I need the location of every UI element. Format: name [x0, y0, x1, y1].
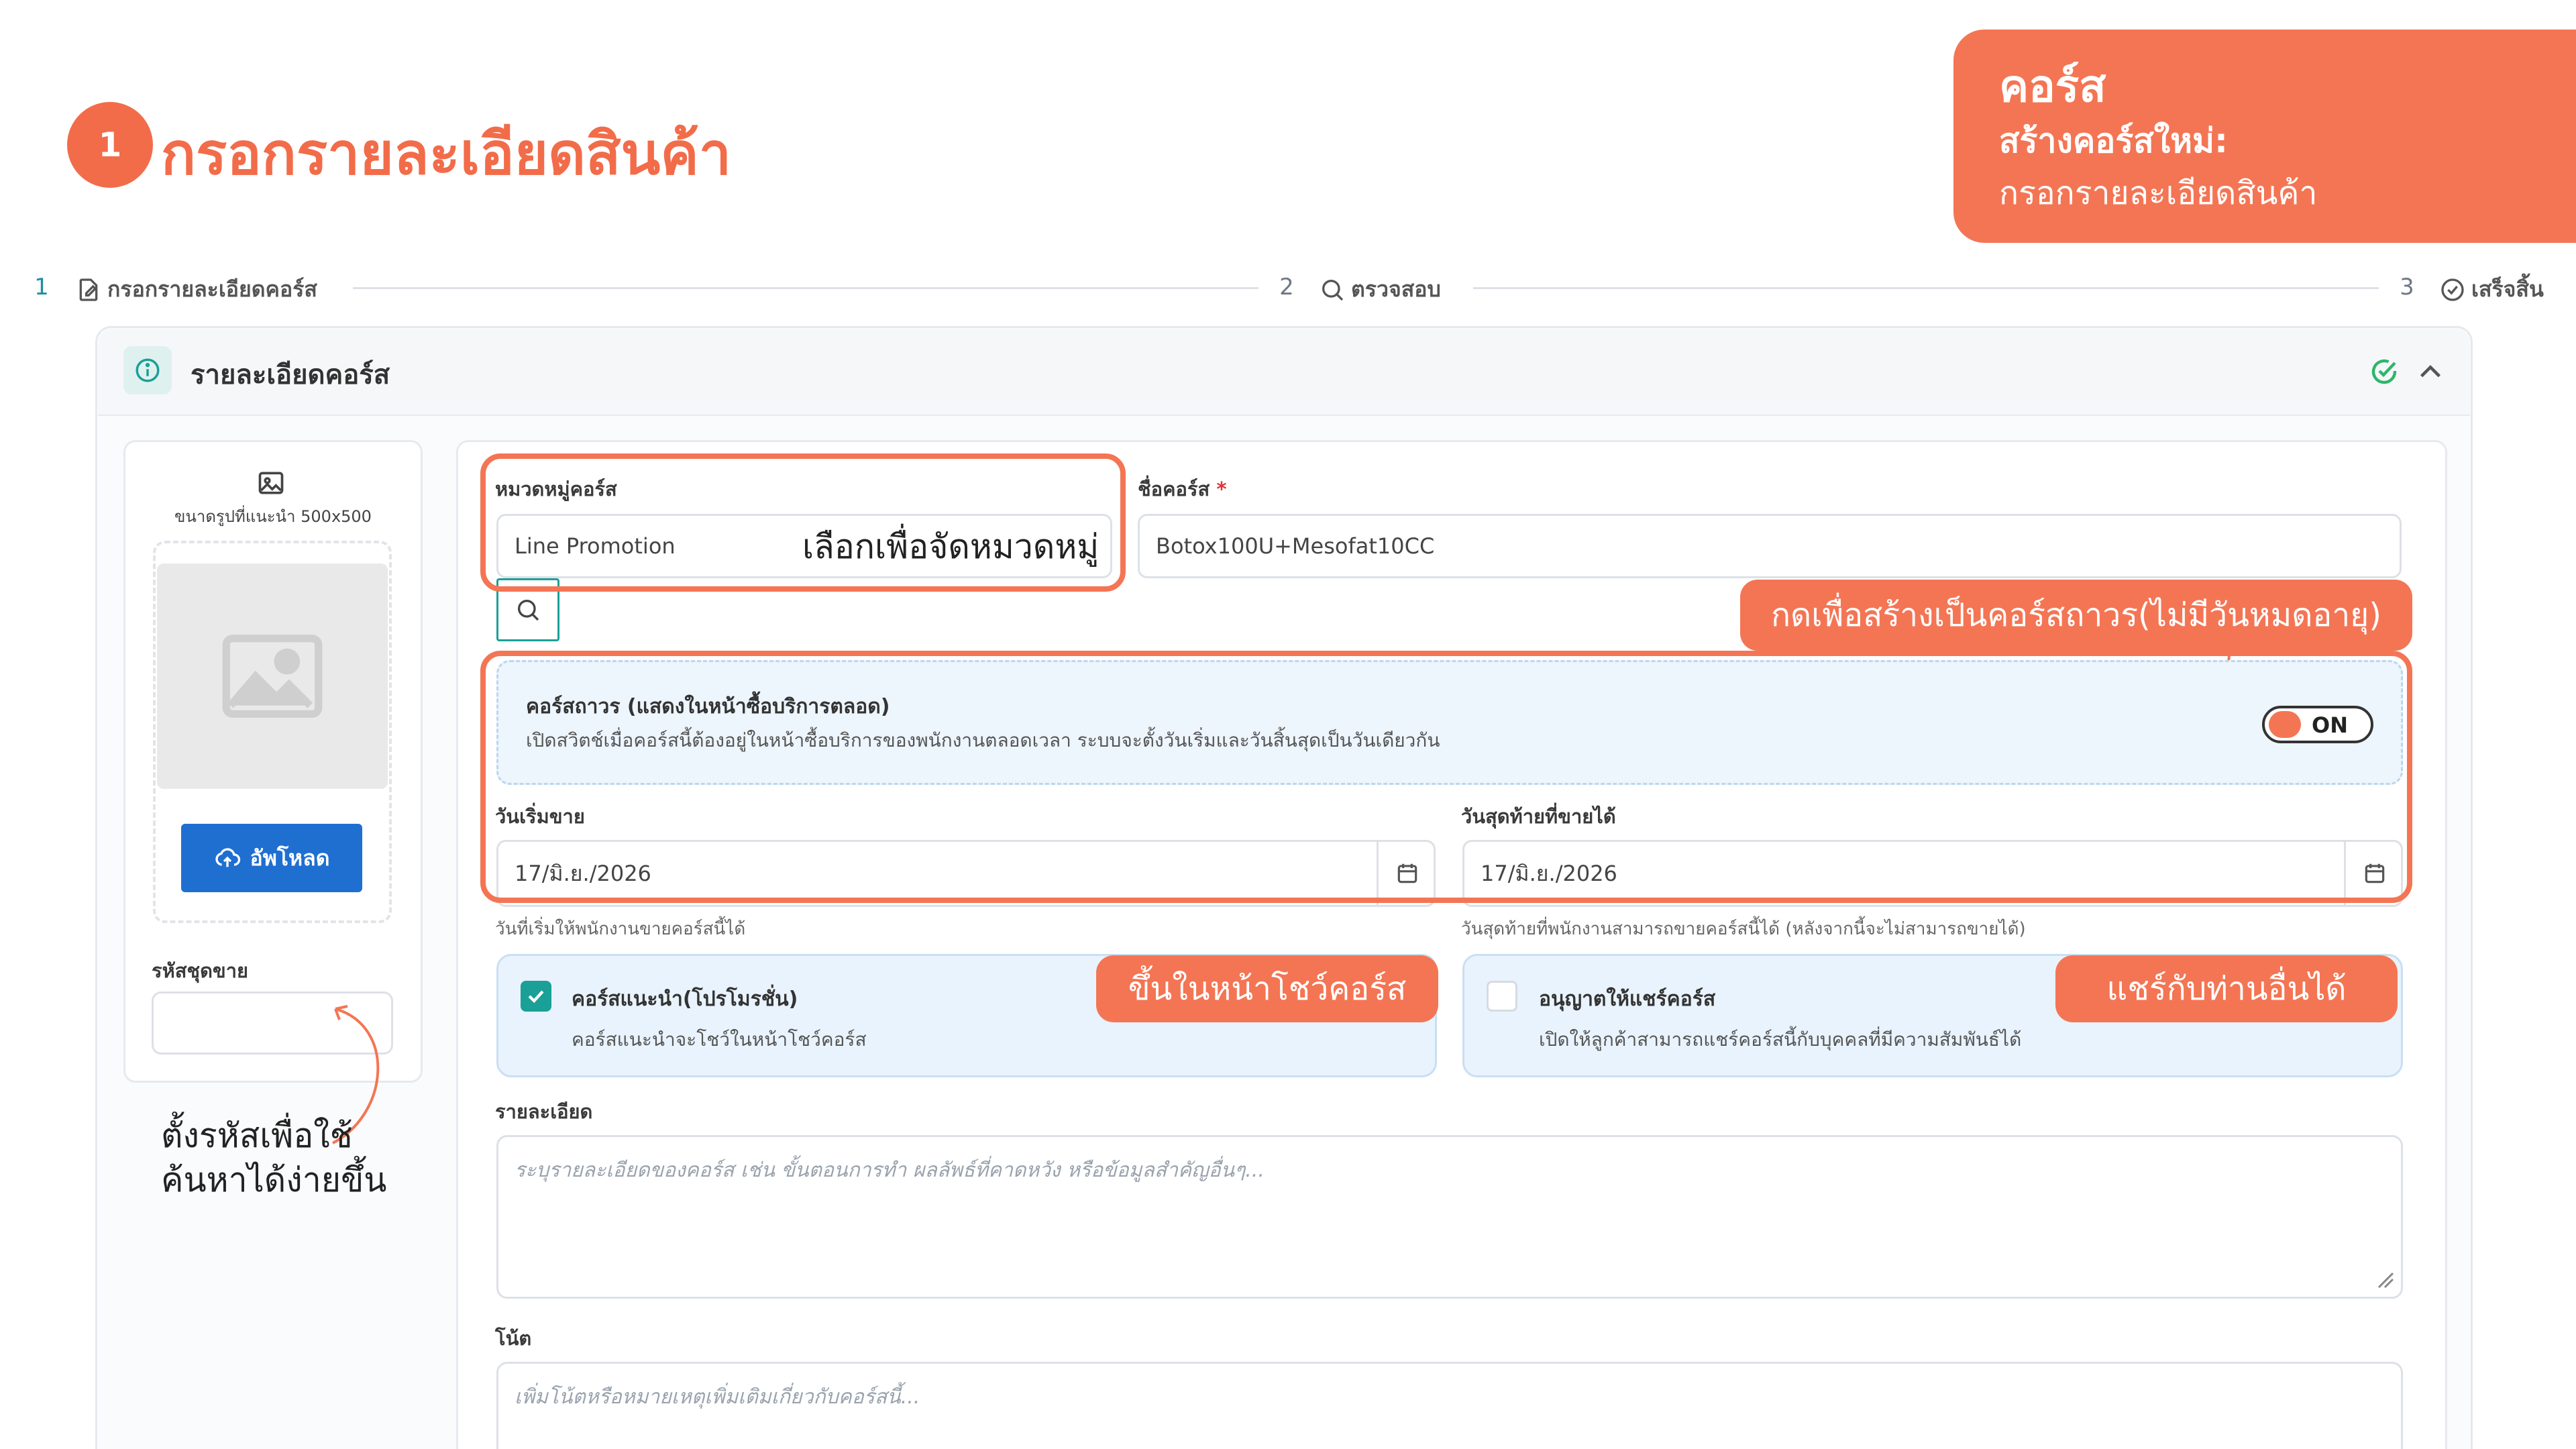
detail-label: รายละเอียด	[495, 1100, 593, 1123]
stepper-label-3: เสร็จสิ้น	[2471, 276, 2544, 302]
note-label: โน้ต	[495, 1327, 532, 1350]
panel-title: รายละเอียดคอร์ส	[191, 360, 390, 390]
start-date-hint: วันที่เริ่มให้พนักงานขายคอร์สนี้ได้	[495, 919, 746, 939]
collapse-chevron-icon[interactable]	[2415, 357, 2446, 388]
upload-button-label: อัพโหลด	[250, 845, 330, 871]
info-badge	[123, 346, 172, 394]
detail-textarea[interactable]: ระบุรายละเอียดของคอร์ส เช่น ขั้นตอนการทำ…	[496, 1135, 2403, 1299]
info-icon	[136, 358, 160, 382]
recommend-course-desc: คอร์สแนะนำจะโชว์ในหน้าโชว์คอร์ส	[572, 1028, 867, 1051]
cloud-upload-icon	[215, 848, 240, 867]
course-name-label: ชื่อคอร์ส *	[1138, 474, 1226, 504]
code-annotation-line1: ตั้งรหัสเพื่อใช้	[161, 1116, 353, 1155]
required-mark: *	[1216, 478, 1227, 500]
completed-check-icon	[2371, 359, 2397, 384]
permanent-callout: กดเพื่อสร้างเป็นคอร์สถาวร(ไม่มีวันหมดอาย…	[1740, 580, 2412, 651]
page-title: กรอกรายละเอียดสินค้า	[161, 121, 732, 188]
share-course-desc: เปิดให้ลูกค้าสามารถแชร์คอร์สนี้กับบุคคลท…	[1539, 1028, 2022, 1051]
section-card: คอร์ส สร้างคอร์สใหม่: กรอกรายละเอียดสินค…	[1953, 30, 2576, 243]
step-number-badge: 1	[67, 102, 153, 188]
stepper-step-2[interactable]: ตรวจสอบ	[1319, 272, 1441, 307]
search-icon	[1322, 279, 1344, 301]
course-name-label-text: ชื่อคอร์ส	[1138, 478, 1210, 500]
code-annotation-line2: ค้นหาได้ง่ายขึ้น	[161, 1161, 387, 1199]
section-card-subtitle: สร้างคอร์สใหม่:	[1999, 121, 2229, 160]
share-course-title: อนุญาตให้แชร์คอร์ส	[1539, 987, 1716, 1011]
image-icon	[258, 472, 284, 494]
search-icon	[518, 600, 539, 621]
section-card-step: กรอกรายละเอียดสินค้า	[1999, 174, 2318, 212]
edit-document-icon	[79, 278, 98, 301]
recommend-course-title: คอร์สแนะนำ(โปรโมรชั่น)	[572, 987, 798, 1011]
stepper-connector	[353, 287, 1258, 289]
share-checkbox[interactable]	[1487, 981, 1517, 1012]
recommend-checkbox[interactable]	[521, 981, 551, 1012]
category-annotation: เลือกเพื่อจัดหมวดหมู่	[802, 527, 1099, 566]
package-code-label: รหัสชุดขาย	[152, 959, 249, 982]
stepper-label-1: กรอกรายละเอียดคอร์ส	[107, 276, 317, 302]
code-annotation: ตั้งรหัสเพื่อใช้ ค้นหาได้ง่ายขึ้น	[161, 1114, 386, 1202]
image-placeholder-icon	[222, 635, 323, 718]
stepper-label-2: ตรวจสอบ	[1351, 276, 1441, 302]
upload-button[interactable]: อัพโหลด	[181, 824, 362, 892]
image-preview	[157, 564, 388, 789]
note-textarea[interactable]: เพิ่มโน้ตหรือหมายเหตุเพิ่มเติมเกี่ยวกับค…	[496, 1362, 2403, 1449]
permanent-highlight	[480, 651, 2412, 903]
checkmark-icon	[528, 990, 544, 1004]
share-callout: แชร์กับท่านอื่นได้	[2055, 955, 2398, 1022]
recommend-callout: ขึ้นในหน้าโชว์คอร์ส	[1096, 955, 1438, 1022]
course-name-input[interactable]: Botox100U+Mesofat10CC	[1138, 514, 2402, 578]
image-size-hint: ขนาดรูปที่แนะนำ 500x500	[174, 507, 372, 526]
stepper-step-1[interactable]: กรอกรายละเอียดคอร์ส	[75, 272, 317, 307]
check-circle-icon	[2441, 278, 2464, 301]
stepper-number-1: 1	[21, 267, 62, 307]
stepper-number-2: 2	[1267, 267, 1307, 307]
stepper-number-3: 3	[2387, 267, 2427, 307]
panel-header[interactable]	[98, 329, 2470, 416]
resize-handle-icon[interactable]	[2375, 1269, 2395, 1289]
end-date-hint: วันสุดท้ายที่พนักงานสามารถขายคอร์สนี้ได้…	[1461, 919, 2026, 939]
stepper-connector	[1473, 287, 2379, 289]
section-card-title: คอร์ส	[1999, 60, 2106, 112]
stepper-step-3[interactable]: เสร็จสิ้น	[2439, 272, 2544, 307]
